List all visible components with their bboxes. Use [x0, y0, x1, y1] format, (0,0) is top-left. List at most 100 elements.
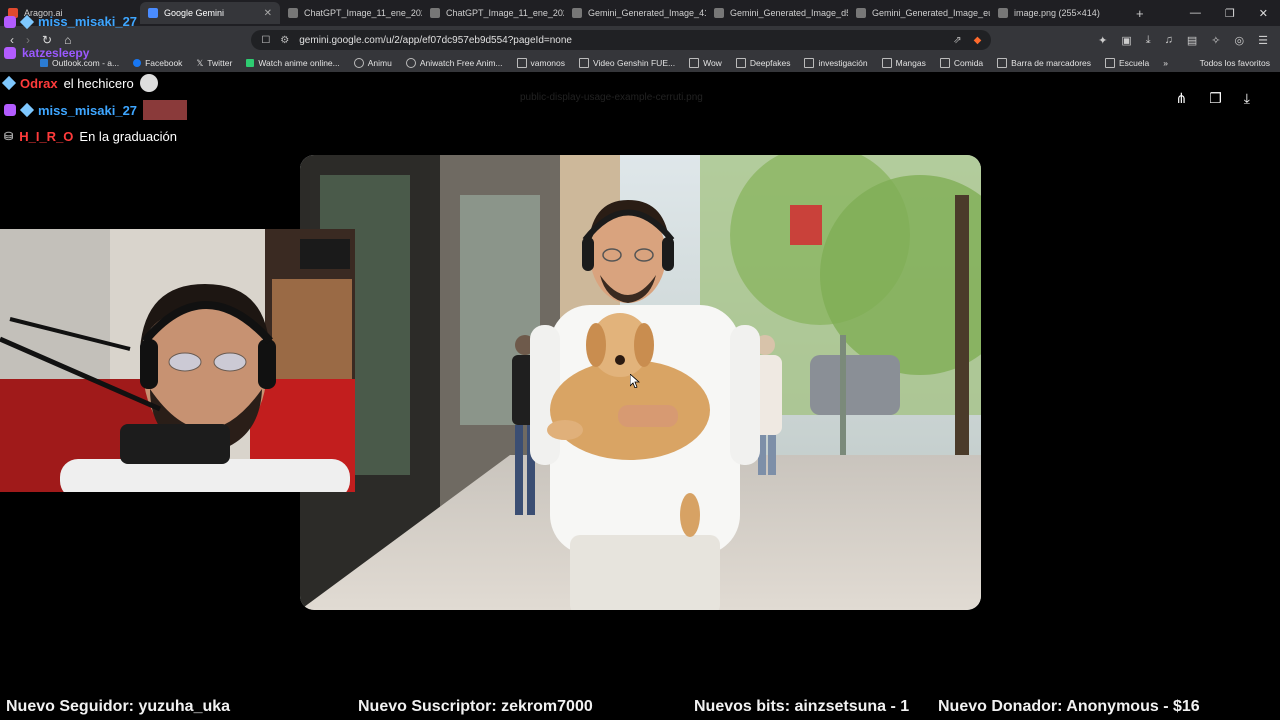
folder-icon: [881, 58, 892, 68]
image-favicon-icon: [856, 8, 866, 18]
tab-google-gemini[interactable]: Google Gemini ✕: [140, 2, 280, 24]
url-text[interactable]: gemini.google.com/u/2/app/ef07dc957eb9d5…: [299, 35, 572, 46]
chat-message: ⛁ H_I_R_O En la graduación: [4, 129, 177, 144]
brave-shield-icon[interactable]: ◆: [974, 35, 982, 46]
wallet-icon[interactable]: ▤: [1187, 34, 1197, 47]
tab-image-png[interactable]: image.png (255×414): [990, 2, 1132, 24]
image-favicon-icon: [714, 8, 724, 18]
folder-icon: [516, 58, 527, 68]
bookmark-vamonos[interactable]: vamonos: [516, 58, 565, 68]
folder-icon: [1105, 58, 1115, 68]
folder-icon: [579, 58, 590, 68]
street-scene-illustration: [300, 155, 981, 610]
chat-username: miss_misaki_27: [38, 14, 138, 29]
window-controls: — ❐ ✕: [1190, 7, 1280, 20]
all-favorites-folder[interactable]: Todos los favoritos: [1196, 58, 1280, 68]
folder-icon: [939, 58, 950, 68]
gemini-favicon-icon: [148, 8, 158, 18]
bookmark-twitter[interactable]: 𝕏 Twitter: [196, 58, 232, 69]
subscriber-badge-icon: [4, 47, 16, 59]
bookmark-mangas[interactable]: Mangas: [881, 58, 926, 68]
bits-badge-icon: ⛁: [4, 131, 14, 143]
bookmark-video-genshin[interactable]: Video Genshin FUE...: [579, 58, 675, 68]
chat-message: miss_misaki_27: [4, 100, 188, 120]
folder-icon: [735, 58, 746, 68]
tab-bar: Aragon.ai Google Gemini ✕ ChatGPT_Image_1…: [0, 0, 1280, 26]
bookmark-escuela[interactable]: Escuela: [1105, 58, 1149, 68]
chat-message: katzesleepy: [4, 46, 89, 60]
tab-gemini-image-1[interactable]: Gemini_Generated_Image_41s: [564, 2, 706, 24]
new-bits-text: Nuevos bits: ainzsetsuna - 1: [694, 698, 910, 715]
chat-username: Odrax: [20, 75, 58, 91]
new-subscriber-text: Nuevo Suscriptor: zekrom7000: [358, 698, 593, 715]
copy-icon[interactable]: ❐: [1209, 90, 1222, 107]
url-field[interactable]: ☐ ⚙ gemini.google.com/u/2/app/ef07dc957e…: [251, 30, 992, 50]
bookmarks-bar: Outlook.com - a... Facebook 𝕏 Twitter Wat…: [0, 54, 1280, 72]
emote-icon: [143, 100, 188, 120]
close-tab-icon[interactable]: ✕: [264, 8, 272, 19]
bookmark-deepfakes[interactable]: Deepfakes: [735, 58, 790, 68]
subscriber-badge-icon: [4, 104, 16, 116]
folder-icon: [689, 58, 700, 68]
x-logo-icon: 𝕏: [196, 57, 204, 68]
sidebar-icon[interactable]: ▣: [1121, 34, 1131, 47]
back-icon[interactable]: ‹: [10, 33, 14, 47]
moderator-badge-icon: [19, 14, 35, 29]
bookmark-aniwatch[interactable]: Aniwatch Free Anim...: [405, 58, 503, 68]
facebook-icon: [133, 59, 142, 67]
new-tab-button[interactable]: +: [1132, 6, 1144, 21]
tab-chatgpt-image-2[interactable]: ChatGPT_Image_11_ene_2026_: [422, 2, 564, 24]
bookmark-facebook[interactable]: Facebook: [133, 58, 182, 68]
download-icon[interactable]: ⤓: [1146, 34, 1151, 47]
chat-text: el hechicero: [63, 75, 134, 91]
restore-icon[interactable]: ❐: [1225, 7, 1235, 20]
tab-chatgpt-image-1[interactable]: ChatGPT_Image_11_ene_2026_: [280, 2, 422, 24]
image-favicon-icon: [572, 8, 582, 18]
chat-username: katzesleepy: [22, 46, 90, 60]
tab-gemini-image-2[interactable]: Gemini_Generated_Image_d5c: [706, 2, 848, 24]
address-bar-row: ‹ › ↻ ⌂ ☐ ⚙ gemini.google.com/u/2/app/ef…: [0, 26, 1280, 54]
chat-username: miss_misaki_27: [38, 102, 138, 118]
bookmark-animu[interactable]: Animu: [353, 58, 392, 68]
ai-icon[interactable]: ✧: [1211, 34, 1220, 47]
bookmark-comida[interactable]: Comida: [939, 58, 983, 68]
chat-text: En la graduación: [79, 129, 177, 144]
webcam-feed-illustration: [0, 229, 355, 492]
bookmarks-overflow-button[interactable]: »: [1163, 58, 1168, 68]
reload-icon[interactable]: ↻: [42, 33, 52, 47]
home-icon[interactable]: ⌂: [64, 33, 71, 47]
image-favicon-icon: [288, 8, 298, 18]
new-donor-text: Nuevo Donador: Anonymous - $16: [938, 698, 1200, 715]
bookmark-icon[interactable]: ☐: [261, 35, 270, 46]
stream-alerts-ticker: Nuevo Seguidor: yuzuha_uka Nuevo Suscrip…: [0, 696, 1280, 720]
folder-icon: [804, 58, 815, 68]
chat-message: Odrax el hechicero: [1, 74, 158, 92]
emote-icon: [139, 74, 158, 92]
bookmark-barra-de-marcadores[interactable]: Barra de marcadores: [997, 58, 1091, 68]
chat-message: miss_misaki_27: [4, 14, 137, 29]
moderator-badge-icon: [19, 102, 35, 118]
tab-gemini-image-3[interactable]: Gemini_Generated_Image_eufl: [848, 2, 990, 24]
forward-icon[interactable]: ›: [26, 33, 30, 47]
bookmark-watch-anime[interactable]: Watch anime online...: [246, 58, 340, 68]
generated-image[interactable]: [300, 155, 981, 610]
aniwatch-icon: [405, 58, 416, 68]
close-window-icon[interactable]: ✕: [1259, 7, 1268, 20]
share-page-icon[interactable]: ⇗: [953, 35, 961, 46]
image-favicon-icon: [998, 8, 1008, 18]
menu-icon[interactable]: ☰: [1258, 34, 1268, 47]
share-icon[interactable]: ⋔: [1176, 90, 1188, 107]
bookmark-wow[interactable]: Wow: [689, 58, 722, 68]
moderator-badge-icon: [1, 75, 17, 91]
download-image-icon[interactable]: ⤓: [1244, 90, 1250, 107]
extension-icon[interactable]: ✦: [1098, 34, 1107, 47]
mouse-cursor-icon: [630, 374, 640, 388]
site-info-icon[interactable]: ⚙: [280, 35, 289, 46]
anime-site-icon: [246, 59, 255, 67]
image-toolbar: ⋔ ❐ ⤓: [1176, 90, 1251, 107]
music-icon[interactable]: ♫: [1165, 34, 1173, 47]
minimize-icon[interactable]: —: [1190, 7, 1201, 20]
bookmark-investigacion[interactable]: investigación: [804, 58, 868, 68]
new-follower-text: Nuevo Seguidor: yuzuha_uka: [6, 698, 231, 715]
vpn-icon[interactable]: ◎: [1235, 34, 1245, 47]
